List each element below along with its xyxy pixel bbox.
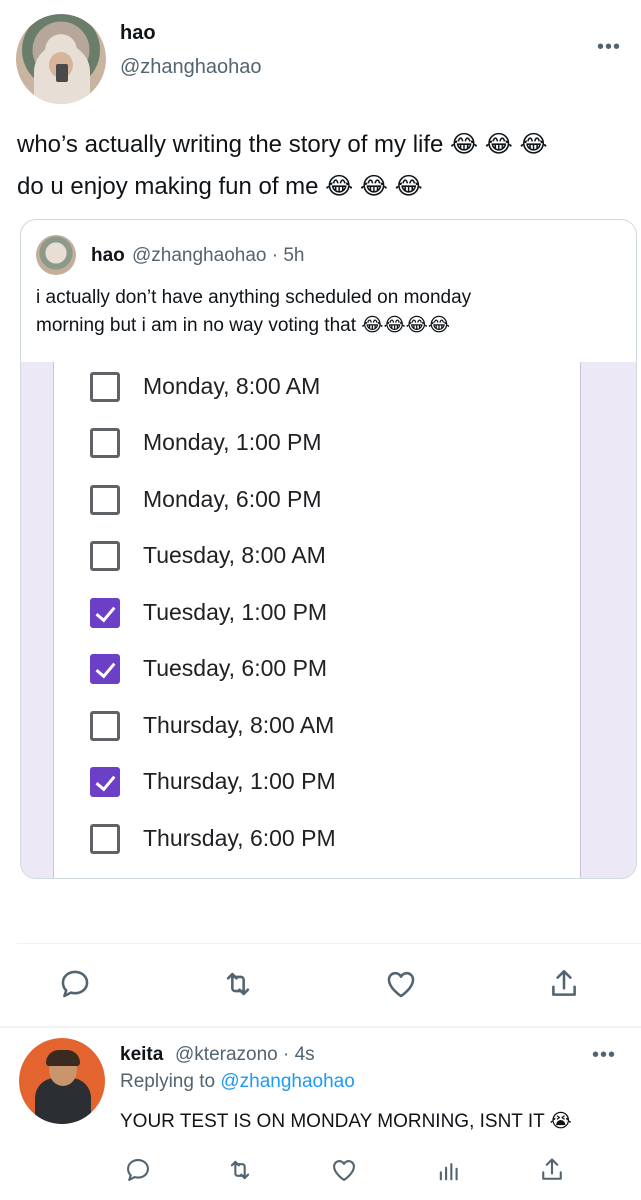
reply-handle-time[interactable]: @kterazono · 4s [175, 1044, 315, 1066]
tweet-text-line: who’s actually writing the story of my l… [17, 131, 548, 158]
reply-more-options-icon[interactable]: ••• [592, 1044, 616, 1067]
avatar[interactable] [16, 14, 106, 104]
poll-option[interactable]: Thursday, 1:00 PM [90, 762, 550, 802]
poll-option[interactable]: Tuesday, 8:00 AM [90, 536, 550, 576]
tweet-header: hao @zhanghaohao ••• [16, 14, 625, 104]
checkbox-checked-icon[interactable] [90, 598, 120, 628]
reply-author-name[interactable]: keita [120, 1044, 163, 1066]
checkbox-icon[interactable] [90, 824, 120, 854]
quoted-author-name: hao [91, 245, 125, 266]
poll-screenshot: Monday, 8:00 AM Monday, 1:00 PM Monday, … [21, 362, 636, 878]
poll-sheet: Monday, 8:00 AM Monday, 1:00 PM Monday, … [53, 362, 581, 878]
poll-option-label: Monday, 1:00 PM [143, 429, 322, 455]
poll-option-label: Monday, 6:00 PM [143, 486, 322, 512]
checkbox-icon[interactable] [90, 428, 120, 458]
replying-to-link[interactable]: @zhanghaohao [220, 1071, 354, 1092]
quoted-handle-time: @zhanghaohao · 5h [132, 245, 305, 266]
retweet-icon[interactable] [221, 967, 255, 1001]
share-icon[interactable] [538, 1156, 566, 1184]
reply-icon[interactable] [58, 967, 92, 1001]
poll-option-label: Thursday, 1:00 PM [143, 768, 336, 794]
poll-option-label: Monday, 8:00 AM [143, 373, 321, 399]
tweet-text: who’s actually writing the story of my l… [17, 124, 625, 208]
checkbox-icon[interactable] [90, 485, 120, 515]
like-icon[interactable] [384, 967, 418, 1001]
replying-to: Replying to @zhanghaohao [120, 1071, 355, 1093]
checkbox-checked-icon[interactable] [90, 767, 120, 797]
author-handle[interactable]: @zhanghaohao [120, 56, 262, 79]
checkbox-icon[interactable] [90, 372, 120, 402]
reply-tweet[interactable]: keita @kterazono · 4s ••• Replying to @z… [0, 1028, 641, 1200]
analytics-icon[interactable] [435, 1156, 463, 1184]
quoted-text-line: i actually don’t have anything scheduled… [36, 287, 472, 308]
reply-text: YOUR TEST IS ON MONDAY MORNING, ISNT IT … [120, 1111, 572, 1132]
poll-option[interactable]: Thursday, 8:00 AM [90, 706, 550, 746]
reply-avatar[interactable] [19, 1038, 105, 1124]
reply-icon[interactable] [124, 1156, 152, 1184]
retweet-icon[interactable] [226, 1156, 254, 1184]
quoted-text-line: morning but i am in no way voting that 😂… [36, 315, 451, 336]
tweet-action-bar [0, 962, 641, 1008]
tweet-text-line: do u enjoy making fun of me 😂 😂 😂 [17, 173, 423, 200]
poll-option-label: Thursday, 6:00 PM [143, 825, 336, 851]
reply-avatar-hair [46, 1050, 80, 1066]
poll-option[interactable]: Tuesday, 1:00 PM [90, 593, 550, 633]
poll-option-label: Tuesday, 8:00 AM [143, 542, 326, 568]
avatar-phone [56, 64, 68, 82]
author-name[interactable]: hao [120, 22, 156, 45]
poll-option-label: Tuesday, 6:00 PM [143, 655, 328, 681]
poll-option[interactable]: Monday, 8:00 AM [90, 367, 550, 407]
poll-option[interactable]: Thursday, 6:00 PM [90, 819, 550, 859]
poll-option[interactable]: Monday, 6:00 PM [90, 480, 550, 520]
poll-option[interactable]: Monday, 1:00 PM [90, 423, 550, 463]
divider [17, 943, 641, 944]
checkbox-checked-icon[interactable] [90, 654, 120, 684]
more-options-icon[interactable]: ••• [597, 36, 621, 59]
like-icon[interactable] [330, 1156, 358, 1184]
quoted-tweet-card[interactable]: hao @zhanghaohao · 5h i actually don’t h… [20, 219, 637, 879]
poll-option-label: Thursday, 8:00 AM [143, 712, 335, 738]
poll-option-label: Tuesday, 1:00 PM [143, 599, 328, 625]
reply-action-bar [0, 1156, 641, 1186]
quoted-avatar [36, 235, 76, 275]
share-icon[interactable] [547, 967, 581, 1001]
checkbox-icon[interactable] [90, 711, 120, 741]
poll-option[interactable]: Tuesday, 6:00 PM [90, 649, 550, 689]
replying-prefix: Replying to [120, 1071, 221, 1092]
checkbox-icon[interactable] [90, 541, 120, 571]
quoted-text: i actually don’t have anything scheduled… [36, 284, 626, 340]
